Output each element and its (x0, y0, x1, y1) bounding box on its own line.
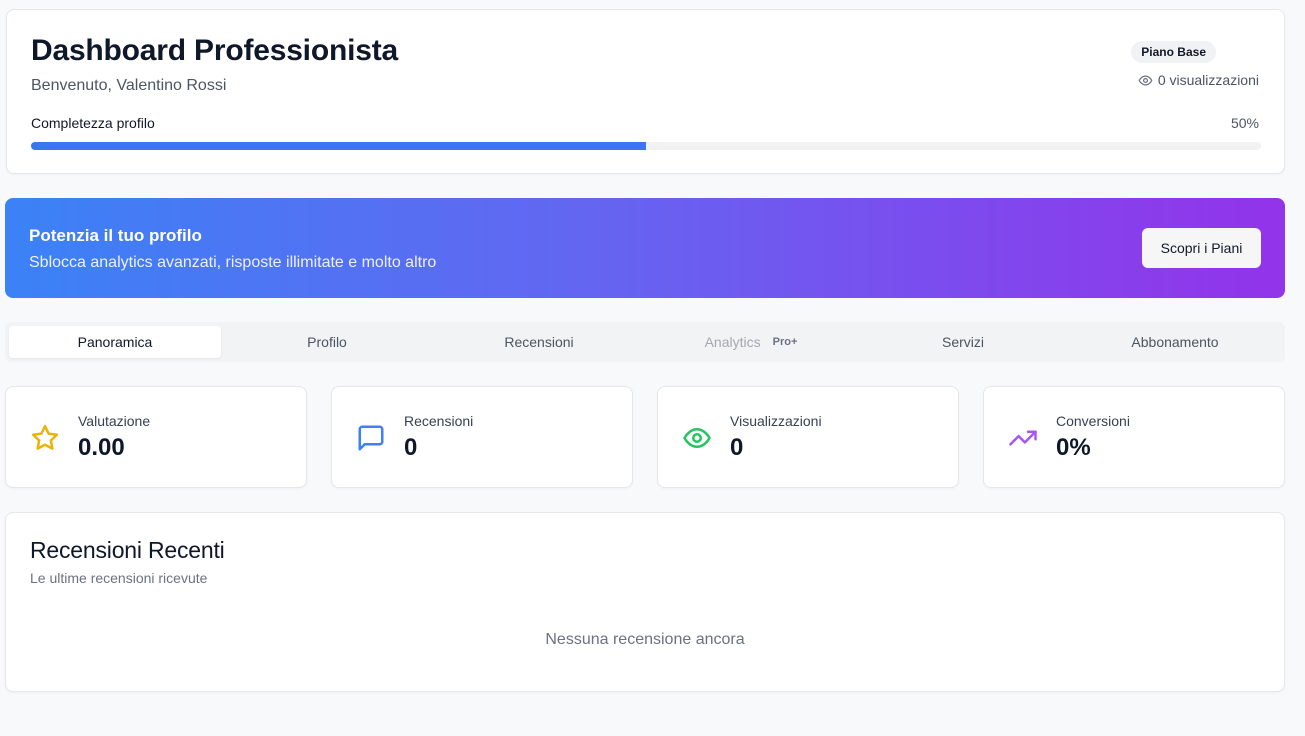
tab-panoramica[interactable]: Panoramica (9, 326, 221, 358)
progress-label: Completezza profilo (31, 115, 155, 131)
pro-plus-badge: Pro+ (772, 336, 798, 348)
stat-value: 0 (730, 434, 744, 461)
welcome-text: Benvenuto, Valentino Rossi (31, 77, 227, 94)
tab-recensioni[interactable]: Recensioni (433, 326, 645, 358)
stat-label: Recensioni (404, 413, 474, 429)
stat-label: Visualizzazioni (730, 413, 822, 429)
trending-up-icon (1009, 430, 1037, 446)
stat-value: 0% (1056, 434, 1091, 461)
recent-reviews-card: Recensioni Recenti Le ultime recensioni … (5, 512, 1285, 692)
progress-value: 50% (1230, 115, 1259, 131)
eye-icon (683, 428, 711, 448)
views-count-text: 0 visualizzazioni (1157, 72, 1259, 88)
stat-value: 0.00 (78, 434, 125, 461)
page-title: Dashboard Professionista (31, 34, 398, 67)
tab-label: Analytics (704, 334, 761, 350)
profile-header-card: Dashboard Professionista Benvenuto, Vale… (6, 9, 1285, 174)
stat-label: Valutazione (78, 413, 151, 429)
tab-abbonamento[interactable]: Abbonamento (1069, 326, 1281, 358)
tab-label: Recensioni (504, 334, 574, 350)
discover-plans-button[interactable]: Scopri i Piani (1142, 228, 1261, 268)
tab-label: Profilo (307, 334, 347, 350)
eye-icon (1138, 75, 1153, 85)
tab-analytics[interactable]: Analytics Pro+ (645, 326, 857, 358)
stat-card-views: Visualizzazioni 0 (657, 386, 959, 488)
stat-card-reviews: Recensioni 0 (331, 386, 633, 488)
plan-badge: Piano Base (1131, 41, 1216, 63)
tab-profilo[interactable]: Profilo (221, 326, 433, 358)
tab-label: Servizi (941, 334, 984, 350)
recent-reviews-subtitle: Le ultime recensioni ricevute (30, 570, 208, 586)
empty-reviews-message: Nessuna recensione ancora (545, 631, 745, 648)
stat-label: Conversioni (1056, 413, 1130, 429)
profile-progress-bar (31, 142, 1261, 150)
profile-progress-fill (31, 142, 646, 150)
star-icon (31, 424, 59, 450)
stat-value: 0 (404, 434, 418, 461)
tab-label: Panoramica (77, 334, 153, 350)
recent-reviews-title: Recensioni Recenti (30, 537, 225, 563)
upgrade-banner-subtitle: Sblocca analytics avanzati, risposte ill… (29, 254, 437, 271)
dashboard-tabs: Panoramica Profilo Recensioni Analytics P… (5, 322, 1285, 362)
stat-card-rating: Valutazione 0.00 (5, 386, 307, 488)
tab-label: Abbonamento (1131, 334, 1219, 350)
stat-card-conversions: Conversioni 0% (983, 386, 1285, 488)
upgrade-banner: Potenzia il tuo profilo Sblocca analytic… (5, 198, 1285, 298)
views-count: 0 visualizzazioni (1138, 72, 1259, 88)
upgrade-banner-title: Potenzia il tuo profilo (29, 226, 202, 245)
message-icon (358, 425, 384, 451)
tab-servizi[interactable]: Servizi (857, 326, 1069, 358)
